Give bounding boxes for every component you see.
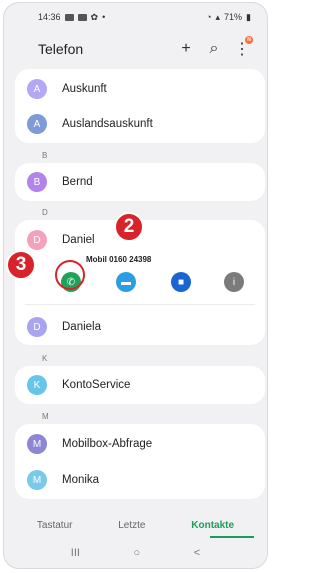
avatar: B: [27, 172, 47, 192]
avatar: D: [27, 317, 47, 337]
contact-row-auslandsauskunft[interactable]: A Auslandsauskunft: [15, 106, 265, 142]
contact-group-d: D Daniel Mobil 0160 24398 ✆ ▬ ■ i D Dani…: [15, 220, 265, 345]
bottom-tabs: Tastatur Letzte Kontakte: [4, 511, 267, 539]
signal-icon: ▴: [215, 11, 221, 22]
notification-badge: N: [245, 36, 253, 44]
add-contact-button[interactable]: +: [175, 38, 197, 60]
more-notifications-icon: •: [102, 12, 106, 22]
contact-name: Bernd: [62, 176, 93, 188]
search-icon: ⌕: [209, 40, 219, 57]
message-notification-icon: [77, 13, 87, 21]
contact-row-daniela[interactable]: D Daniela: [15, 309, 265, 345]
contact-group-a: A Auskunft A Auslandsauskunft: [15, 69, 265, 143]
home-button[interactable]: ○: [134, 547, 141, 559]
contact-group-b: B Bernd: [15, 163, 265, 201]
contact-group-k: K KontoService: [15, 366, 265, 404]
message-icon: ▬: [121, 276, 131, 288]
contact-name: Mobilbox-Abfrage: [62, 438, 153, 450]
step-3-annotation: 3: [6, 250, 36, 280]
contact-name: Daniel: [62, 234, 95, 246]
contact-row-kontoservice[interactable]: K KontoService: [15, 367, 265, 403]
video-call-button[interactable]: ■: [171, 272, 191, 292]
contact-row-mobilbox-abfrage[interactable]: M Mobilbox-Abfrage: [15, 426, 265, 462]
section-header-k: K: [42, 354, 48, 363]
settings-notification-icon: ✿: [90, 11, 99, 22]
phone-screen: 14:36 ✿ • ◔ ▴ 71% ▮ Telefon + ⌕ ⋮ N A Au…: [3, 2, 268, 569]
section-header-d: D: [42, 208, 48, 217]
search-button[interactable]: ⌕: [203, 38, 225, 60]
contact-group-m: M Mobilbox-Abfrage M Monika: [15, 424, 265, 499]
info-icon: i: [232, 276, 236, 288]
contact-phone-detail: Mobil 0160 24398: [86, 255, 152, 264]
wifi-icon: ◔: [206, 12, 212, 22]
plus-icon: +: [181, 40, 191, 57]
tab-tastatur[interactable]: Tastatur: [37, 520, 73, 531]
avatar: M: [27, 470, 47, 490]
contact-name: Daniela: [62, 321, 101, 333]
app-bar: Telefon + ⌕ ⋮ N: [4, 33, 267, 65]
section-header-b: B: [42, 151, 48, 160]
contact-row-bernd[interactable]: B Bernd: [15, 164, 265, 200]
avatar: A: [27, 79, 47, 99]
message-button[interactable]: ▬: [116, 272, 136, 292]
avatar: K: [27, 375, 47, 395]
section-header-m: M: [42, 412, 49, 421]
avatar: M: [27, 434, 47, 454]
call-button-highlight: [55, 260, 85, 290]
battery-text: 71%: [224, 12, 243, 22]
system-navigation-bar: III ○ <: [4, 538, 267, 568]
divider: [25, 304, 255, 305]
contact-name: KontoService: [62, 379, 131, 391]
step-2-annotation: 2: [114, 212, 144, 242]
status-time: 14:36: [38, 12, 61, 22]
contact-info-button[interactable]: i: [224, 272, 244, 292]
battery-icon: ▮: [246, 11, 251, 22]
avatar: A: [27, 114, 47, 134]
contact-row-auskunft[interactable]: A Auskunft: [15, 71, 265, 107]
gallery-notification-icon: [64, 13, 74, 21]
recent-apps-button[interactable]: III: [71, 547, 80, 559]
back-button[interactable]: <: [194, 547, 200, 559]
more-menu-button[interactable]: ⋮ N: [231, 36, 253, 60]
tab-letzte[interactable]: Letzte: [118, 520, 145, 531]
video-icon: ■: [177, 276, 185, 288]
avatar: D: [27, 230, 47, 250]
contact-name: Monika: [62, 474, 100, 486]
contact-name: Auskunft: [62, 83, 107, 95]
contact-row-monika[interactable]: M Monika: [15, 462, 265, 498]
status-bar: 14:36 ✿ • ◔ ▴ 71% ▮: [4, 3, 267, 31]
tab-kontakte[interactable]: Kontakte: [191, 520, 234, 531]
page-title: Telefon: [38, 41, 84, 57]
contact-name: Auslandsauskunft: [62, 118, 153, 130]
